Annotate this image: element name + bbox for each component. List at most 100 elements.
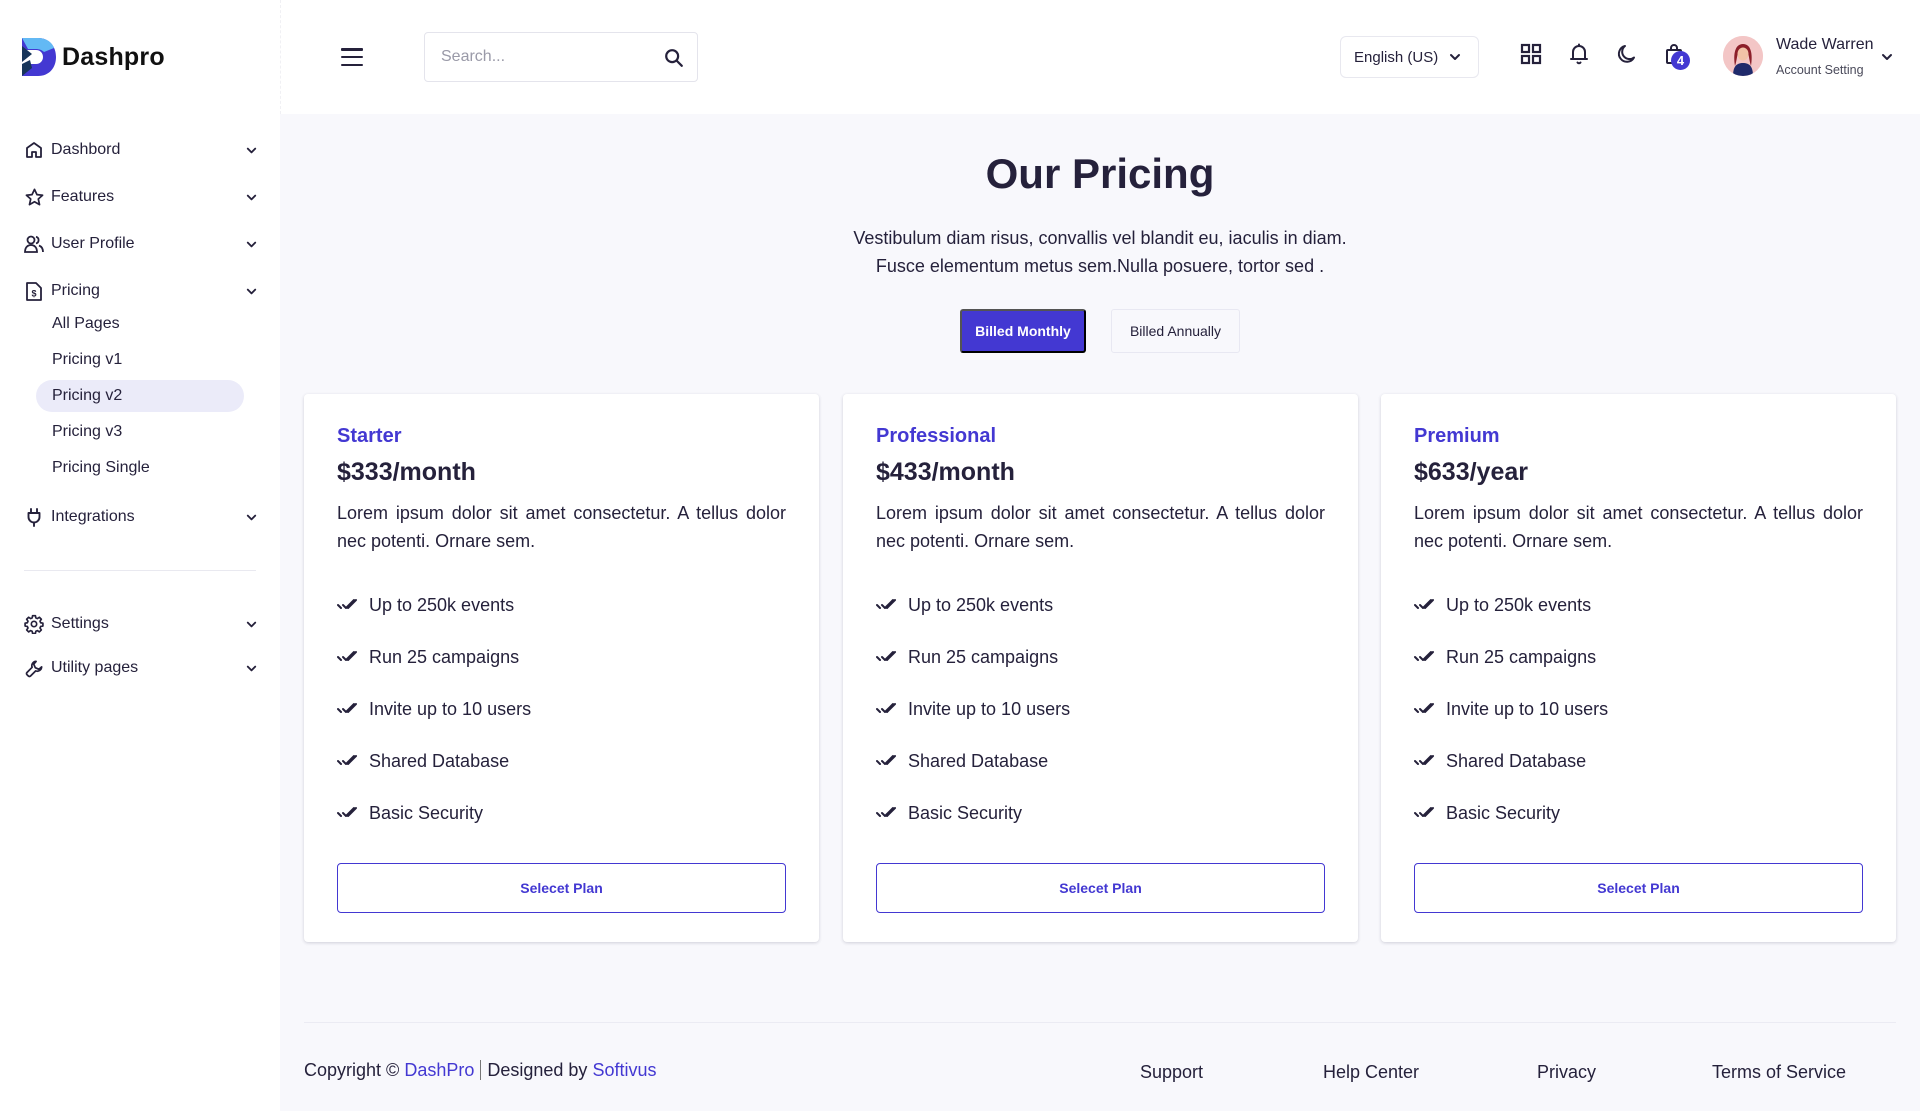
billed-annually-toggle[interactable]: Billed Annually xyxy=(1111,309,1240,353)
sidebar-subitem-pricing-v2[interactable]: Pricing v2 xyxy=(36,380,244,412)
sidebar-item-dashbord[interactable]: Dashbord xyxy=(24,135,258,165)
menu-toggle-button[interactable] xyxy=(341,48,363,66)
plan-description: Lorem ipsum dolor sit amet consectetur. … xyxy=(1414,503,1863,551)
feature-label: Basic Security xyxy=(1446,802,1561,823)
plan-description: Lorem ipsum dolor sit amet consectetur. … xyxy=(337,503,786,551)
chevron-down-icon xyxy=(246,147,257,154)
brand-logo[interactable]: Dashpro xyxy=(22,38,165,76)
chevron-down-icon xyxy=(246,514,257,521)
sidebar-item-label: Settings xyxy=(51,615,109,632)
feature-label: Invite up to 10 users xyxy=(908,698,1071,719)
feature-item: Up to 250k events xyxy=(1414,579,1863,631)
sidebar-item-integrations[interactable]: Integrations xyxy=(24,502,258,532)
bell-icon[interactable] xyxy=(1567,42,1591,66)
hamburger-icon-line xyxy=(341,55,363,59)
sidebar-subitem-pricing-v1[interactable]: Pricing v1 xyxy=(36,344,244,376)
sidebar-divider xyxy=(24,570,256,571)
select-plan-button[interactable]: Selecet Plan xyxy=(337,863,786,913)
plan-description: Lorem ipsum dolor sit amet consectetur. … xyxy=(876,503,1325,551)
user-name[interactable]: Wade Warren xyxy=(1776,36,1874,54)
feature-item: Shared Database xyxy=(876,735,1325,787)
feature-item: Up to 250k events xyxy=(876,579,1325,631)
sidebar-item-label: User Profile xyxy=(51,235,135,252)
footer-divider xyxy=(304,1022,1896,1023)
language-selector[interactable]: English (US) xyxy=(1340,36,1479,78)
sidebar: Dashbord Features User Profile $ Pricing… xyxy=(0,114,280,1111)
search-input[interactable] xyxy=(441,33,661,81)
invoice-icon: $ xyxy=(24,281,44,301)
feature-item: Basic Security xyxy=(337,787,786,839)
plan-price: $433/month xyxy=(876,458,1015,486)
feature-label: Run 25 campaigns xyxy=(1446,646,1597,667)
select-plan-button[interactable]: Selecet Plan xyxy=(876,863,1325,913)
feature-list: Up to 250k events Run 25 campaigns Invit… xyxy=(876,579,1325,839)
avatar[interactable] xyxy=(1723,36,1763,76)
search-icon[interactable] xyxy=(663,47,685,69)
page-subtitle: Vestibulum diam risus, convallis vel bla… xyxy=(280,224,1920,280)
feature-label: Shared Database xyxy=(908,750,1049,771)
feature-label: Shared Database xyxy=(369,750,510,771)
subtitle-line-1: Vestibulum diam risus, convallis vel bla… xyxy=(853,228,1347,248)
double-check-icon xyxy=(337,807,357,817)
double-check-icon xyxy=(876,807,896,817)
sidebar-subitem-all-pages[interactable]: All Pages xyxy=(36,308,244,340)
sidebar-item-features[interactable]: Features xyxy=(24,182,258,212)
footer-link-support[interactable]: Support xyxy=(1140,1062,1203,1083)
double-check-icon xyxy=(337,599,357,609)
footer-link-privacy[interactable]: Privacy xyxy=(1537,1062,1596,1083)
feature-item: Basic Security xyxy=(876,787,1325,839)
hamburger-icon xyxy=(341,48,363,51)
plan-name: Premium xyxy=(1414,425,1500,447)
select-plan-button[interactable]: Selecet Plan xyxy=(1414,863,1863,913)
footer-link-terms[interactable]: Terms of Service xyxy=(1712,1062,1846,1083)
double-check-icon xyxy=(1414,755,1434,765)
sidebar-item-settings[interactable]: Settings xyxy=(24,609,258,639)
feature-label: Invite up to 10 users xyxy=(1446,698,1609,719)
double-check-icon xyxy=(337,755,357,765)
sidebar-subitem-pricing-v3[interactable]: Pricing v3 xyxy=(36,416,244,448)
main-content: Our Pricing Vestibulum diam risus, conva… xyxy=(280,114,1920,1111)
double-check-icon xyxy=(1414,599,1434,609)
sidebar-item-utility-pages[interactable]: Utility pages xyxy=(24,653,258,683)
chevron-down-icon xyxy=(246,288,257,295)
softivus-link[interactable]: Softivus xyxy=(592,1060,656,1080)
footer-copyright: Copyright © DashPro Designed by Softivus xyxy=(304,1060,656,1081)
brand-name: Dashpro xyxy=(62,42,165,71)
double-check-icon xyxy=(1414,651,1434,661)
sidebar-subitem-pricing-single[interactable]: Pricing Single xyxy=(36,452,244,484)
dashpro-logo-icon xyxy=(22,38,56,76)
sidebar-item-user-profile[interactable]: User Profile xyxy=(24,229,258,259)
star-icon xyxy=(24,187,44,207)
account-setting-label[interactable]: Account Setting xyxy=(1776,63,1864,77)
footer-separator xyxy=(480,1060,482,1080)
designed-by-text: Designed by xyxy=(487,1060,588,1080)
search-box xyxy=(424,32,698,82)
feature-label: Shared Database xyxy=(1446,750,1587,771)
pricing-card-professional: Professional $433/month Lorem ipsum dolo… xyxy=(843,394,1358,942)
dashpro-link[interactable]: DashPro xyxy=(404,1060,474,1080)
footer-link-help-center[interactable]: Help Center xyxy=(1323,1062,1419,1083)
top-header: Dashpro English (US) 4 Wade Warre xyxy=(0,0,1920,114)
header-divider xyxy=(280,0,281,114)
chevron-down-icon xyxy=(246,194,257,201)
feature-label: Basic Security xyxy=(908,802,1023,823)
double-check-icon xyxy=(876,703,896,713)
feature-item: Up to 250k events xyxy=(337,579,786,631)
moon-icon[interactable] xyxy=(1615,42,1639,66)
feature-list: Up to 250k events Run 25 campaigns Invit… xyxy=(337,579,786,839)
plan-name: Starter xyxy=(337,425,402,447)
chevron-down-icon xyxy=(246,621,257,628)
feature-item: Run 25 campaigns xyxy=(337,631,786,683)
gear-icon xyxy=(24,614,44,634)
plug-icon xyxy=(24,507,44,527)
grid-icon[interactable] xyxy=(1519,42,1543,66)
subtitle-line-2: Fusce elementum metus sem.Nulla posuere,… xyxy=(875,256,1325,276)
sidebar-item-label: Integrations xyxy=(51,508,135,525)
chevron-down-icon[interactable] xyxy=(1880,50,1894,64)
billed-monthly-toggle[interactable]: Billed Monthly xyxy=(960,309,1086,353)
chevron-down-icon xyxy=(1450,54,1460,60)
feature-label: Up to 250k events xyxy=(1446,594,1592,615)
feature-list: Up to 250k events Run 25 campaigns Invit… xyxy=(1414,579,1863,839)
sidebar-item-label: Dashbord xyxy=(51,141,121,158)
sidebar-item-pricing[interactable]: $ Pricing xyxy=(24,276,258,306)
